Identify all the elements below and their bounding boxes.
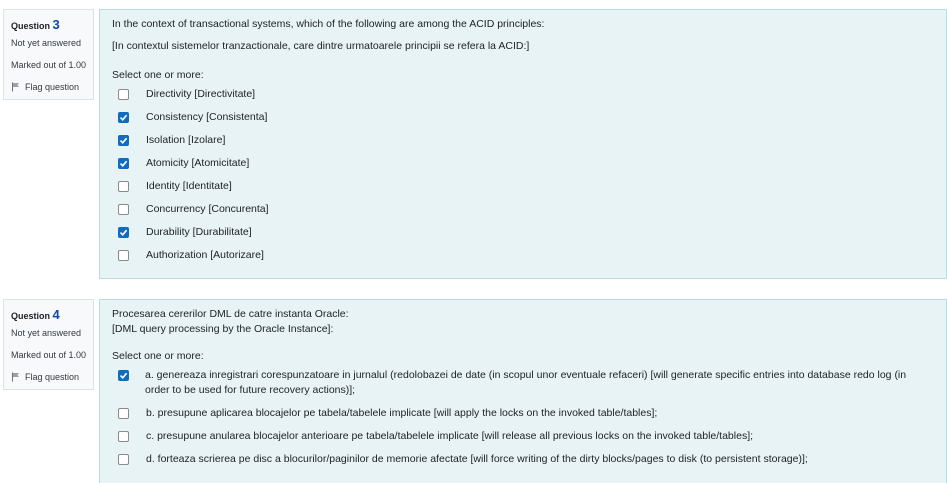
answer-option-isolation[interactable]: Isolation [Izolare] bbox=[112, 133, 934, 156]
answer-label: a. genereaza inregistrari corespunzatoar… bbox=[145, 369, 907, 396]
question-label: Question bbox=[11, 311, 51, 321]
flag-icon bbox=[12, 372, 19, 382]
flag-question-link[interactable]: Flag question bbox=[11, 372, 87, 382]
answer-option-a[interactable]: a. genereaza inregistrari corespunzatoar… bbox=[112, 368, 934, 406]
question-text-en: [DML query processing by the Oracle Inst… bbox=[112, 323, 334, 335]
question-number: Question 3 bbox=[11, 17, 87, 32]
answer-checkbox[interactable] bbox=[118, 370, 129, 381]
answer-label: Durability [Durabilitate] bbox=[146, 226, 252, 238]
answer-checkbox[interactable] bbox=[118, 112, 129, 123]
answer-label: Concurrency [Concurenta] bbox=[146, 203, 269, 215]
check-icon bbox=[119, 160, 128, 167]
question-text: In the context of transactional systems,… bbox=[112, 17, 934, 54]
question-info-panel: Question 4 Not yet answered Marked out o… bbox=[3, 299, 94, 390]
answer-list: a. genereaza inregistrari corespunzatoar… bbox=[112, 368, 934, 475]
answer-option-directivity[interactable]: Directivity [Directivitate] bbox=[112, 87, 934, 110]
question-content: Procesarea cererilor DML de catre instan… bbox=[99, 299, 947, 483]
question-state: Not yet answered bbox=[11, 328, 82, 338]
answer-option-consistency[interactable]: Consistency [Consistenta] bbox=[112, 110, 934, 133]
answer-list: Directivity [Directivitate] Consistency … bbox=[112, 87, 934, 271]
question-info-panel: Question 3 Not yet answered Marked out o… bbox=[3, 9, 94, 100]
question-text: Procesarea cererilor DML de catre instan… bbox=[112, 307, 934, 337]
answer-label: Isolation [Izolare] bbox=[146, 134, 226, 146]
answer-checkbox[interactable] bbox=[118, 181, 129, 192]
question-number-value: 4 bbox=[52, 307, 60, 322]
answer-prompt: Select one or more: bbox=[112, 69, 204, 81]
answer-checkbox[interactable] bbox=[118, 158, 129, 169]
answer-option-b[interactable]: b. presupune aplicarea blocajelor pe tab… bbox=[112, 406, 934, 429]
flag-question-link[interactable]: Flag question bbox=[11, 82, 87, 92]
answer-option-concurrency[interactable]: Concurrency [Concurenta] bbox=[112, 202, 934, 225]
answer-option-atomicity[interactable]: Atomicity [Atomicitate] bbox=[112, 156, 934, 179]
answer-checkbox[interactable] bbox=[118, 431, 129, 442]
question-state: Not yet answered bbox=[11, 38, 82, 48]
question-number-value: 3 bbox=[52, 17, 60, 32]
answer-checkbox[interactable] bbox=[118, 250, 129, 261]
answer-option-d[interactable]: d. forteaza scrierea pe disc a blocurilo… bbox=[112, 452, 934, 475]
answer-option-c[interactable]: c. presupune anularea blocajelor anterio… bbox=[112, 429, 934, 452]
answer-label: Directivity [Directivitate] bbox=[146, 88, 256, 100]
answer-label: Consistency [Consistenta] bbox=[146, 111, 268, 123]
answer-checkbox[interactable] bbox=[118, 135, 129, 146]
answer-label: Atomicity [Atomicitate] bbox=[146, 157, 250, 169]
answer-checkbox[interactable] bbox=[118, 454, 129, 465]
answer-option-authorization[interactable]: Authorization [Autorizare] bbox=[112, 248, 934, 271]
question-text-ro: [In contextul sistemelor tranzactionale,… bbox=[112, 40, 530, 52]
question-number: Question 4 bbox=[11, 307, 87, 322]
answer-label: Identity [Identitate] bbox=[146, 180, 232, 192]
flag-icon bbox=[12, 82, 19, 92]
answer-checkbox[interactable] bbox=[118, 204, 129, 215]
question-grade: Marked out of 1.00 bbox=[11, 350, 87, 360]
answer-checkbox[interactable] bbox=[118, 227, 129, 238]
question-text-ro: Procesarea cererilor DML de catre instan… bbox=[112, 308, 349, 320]
flag-question-label: Flag question bbox=[25, 82, 80, 92]
answer-checkbox[interactable] bbox=[118, 408, 129, 419]
answer-label: c. presupune anularea blocajelor anterio… bbox=[146, 430, 754, 442]
answer-label: Authorization [Autorizare] bbox=[146, 249, 264, 261]
question-text-en: In the context of transactional systems,… bbox=[112, 18, 545, 30]
check-icon bbox=[119, 372, 128, 379]
answer-checkbox[interactable] bbox=[118, 89, 129, 100]
answer-option-identity[interactable]: Identity [Identitate] bbox=[112, 179, 934, 202]
question-grade: Marked out of 1.00 bbox=[11, 60, 87, 70]
answer-prompt: Select one or more: bbox=[112, 350, 204, 362]
answer-label: d. forteaza scrierea pe disc a blocurilo… bbox=[146, 453, 808, 465]
answer-label: b. presupune aplicarea blocajelor pe tab… bbox=[146, 407, 658, 419]
flag-question-label: Flag question bbox=[25, 372, 80, 382]
question-content: In the context of transactional systems,… bbox=[99, 9, 947, 279]
check-icon bbox=[119, 229, 128, 236]
check-icon bbox=[119, 114, 128, 121]
check-icon bbox=[119, 137, 128, 144]
answer-option-durability[interactable]: Durability [Durabilitate] bbox=[112, 225, 934, 248]
question-label: Question bbox=[11, 21, 51, 31]
